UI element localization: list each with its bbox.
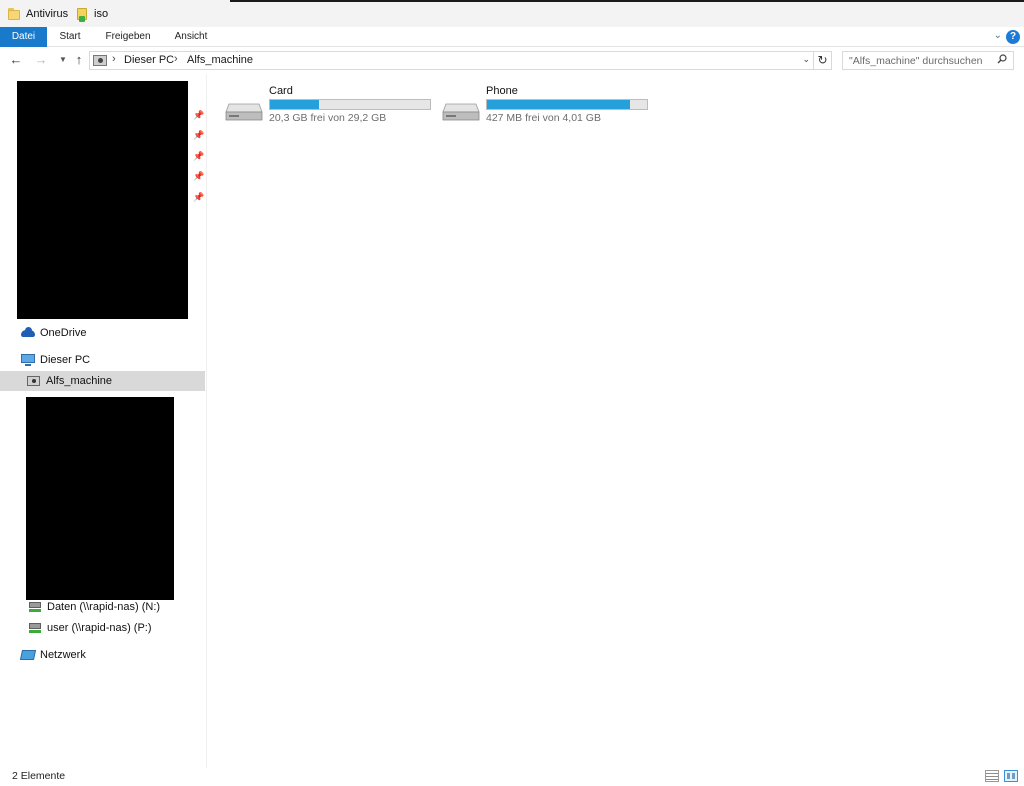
nav-item-label: Daten (\\rapid-nas) (N:) [47,601,161,613]
quick-access-toolbar: Antivirus iso [0,0,1024,27]
tab-start[interactable]: Start [52,27,88,47]
window-border [230,0,1024,2]
folder-icon [8,7,20,21]
nav-item-label: OneDrive [40,327,87,339]
usage-bar [486,99,648,110]
address-dropdown-chevron-icon[interactable]: ⌄ [802,54,810,65]
pin-icon[interactable]: 📌 [193,110,204,120]
up-arrow-icon[interactable]: ↑ [71,52,87,68]
usage-bar-fill [270,100,319,109]
ribbon-tabs: Datei Start Freigeben Ansicht ⌄ ? [0,27,1024,47]
hard-drive-icon [442,103,480,121]
quick-access-iso[interactable]: iso [76,5,108,23]
drive-free-space: 20,3 GB frei von 29,2 GB [269,112,387,124]
expand-ribbon-chevron-icon[interactable]: ⌄ [994,30,1002,41]
redacted-drive-list-block [26,397,174,600]
file-list: Card 20,3 GB frei von 29,2 GB Phone 427 … [208,74,1024,768]
computer-icon [20,353,36,367]
nav-item-label: Dieser PC [40,354,91,366]
device-icon [26,374,42,388]
nav-item-label: user (\\rapid-nas) (P:) [47,622,152,634]
tiles-view-icon[interactable] [1004,770,1018,782]
breadcrumb-alfs-machine[interactable]: Alfs_machine [187,54,253,66]
quick-access-label: Antivirus [26,8,69,20]
network-icon [19,648,37,662]
nav-item-user-nas[interactable]: user (\\rapid-nas) (P:) [27,618,205,638]
tab-freigeben[interactable]: Freigeben [98,27,158,47]
drive-tile-phone[interactable]: Phone 427 MB frei von 4,01 GB [442,83,652,127]
nav-item-netzwerk[interactable]: Netzwerk [19,645,205,665]
usage-bar-fill [487,100,631,109]
back-arrow-icon[interactable]: ← [8,52,24,68]
breadcrumb-separator-icon[interactable]: › [112,53,116,65]
help-icon[interactable]: ? [1006,30,1020,44]
search-input[interactable] [843,52,993,69]
hard-drive-icon [225,103,263,121]
zip-folder-icon [76,7,88,22]
drive-name: Phone [486,85,518,97]
breadcrumb-dieser-pc[interactable]: Dieser PC [124,54,174,66]
usage-bar [269,99,431,110]
search-box[interactable] [842,51,1014,70]
drive-free-space: 427 MB frei von 4,01 GB [486,112,601,124]
recent-locations-chevron-icon[interactable]: ▼ [55,52,71,68]
tab-datei[interactable]: Datei [0,27,47,47]
tab-ansicht[interactable]: Ansicht [166,27,216,47]
pin-icon[interactable]: 📌 [193,151,204,161]
refresh-icon[interactable]: ↻ [814,51,832,70]
pin-icon[interactable]: 📌 [193,130,204,140]
nav-item-label: Alfs_machine [46,375,113,387]
nav-item-dieser-pc[interactable]: Dieser PC [20,350,205,370]
status-bar: 2 Elemente [0,768,1024,786]
network-drive-icon [27,600,43,614]
network-drive-icon [27,621,43,635]
nav-item-onedrive[interactable]: OneDrive [20,323,205,343]
redacted-quick-access-block [17,81,188,319]
drive-tile-card[interactable]: Card 20,3 GB frei von 29,2 GB [225,83,435,127]
nav-item-label: Netzwerk [40,649,86,661]
pin-icon[interactable]: 📌 [193,171,204,181]
pin-icon[interactable]: 📌 [193,192,204,202]
device-icon [93,55,107,66]
drive-name: Card [269,85,293,97]
quick-access-antivirus[interactable]: Antivirus [8,5,68,23]
search-icon[interactable] [997,54,1007,64]
item-count: 2 Elemente [12,770,66,782]
nav-item-alfs-machine[interactable]: Alfs_machine [0,371,205,391]
nav-item-daten-nas[interactable]: Daten (\\rapid-nas) (N:) [27,597,205,617]
navigation-pane: 📌 📌 📌 📌 📌 OneDrive Dieser PC Alfs_machin… [0,74,207,768]
breadcrumb-separator-icon[interactable]: › [174,53,178,65]
quick-access-label: iso [94,8,109,20]
onedrive-cloud-icon [20,326,36,340]
forward-arrow-icon[interactable]: → [33,52,49,68]
address-bar[interactable]: › Dieser PC › Alfs_machine ⌄ [89,51,814,70]
address-toolbar: ← → ▼ ↑ › Dieser PC › Alfs_machine ⌄ ↻ [0,48,1024,74]
details-view-icon[interactable] [985,770,999,782]
